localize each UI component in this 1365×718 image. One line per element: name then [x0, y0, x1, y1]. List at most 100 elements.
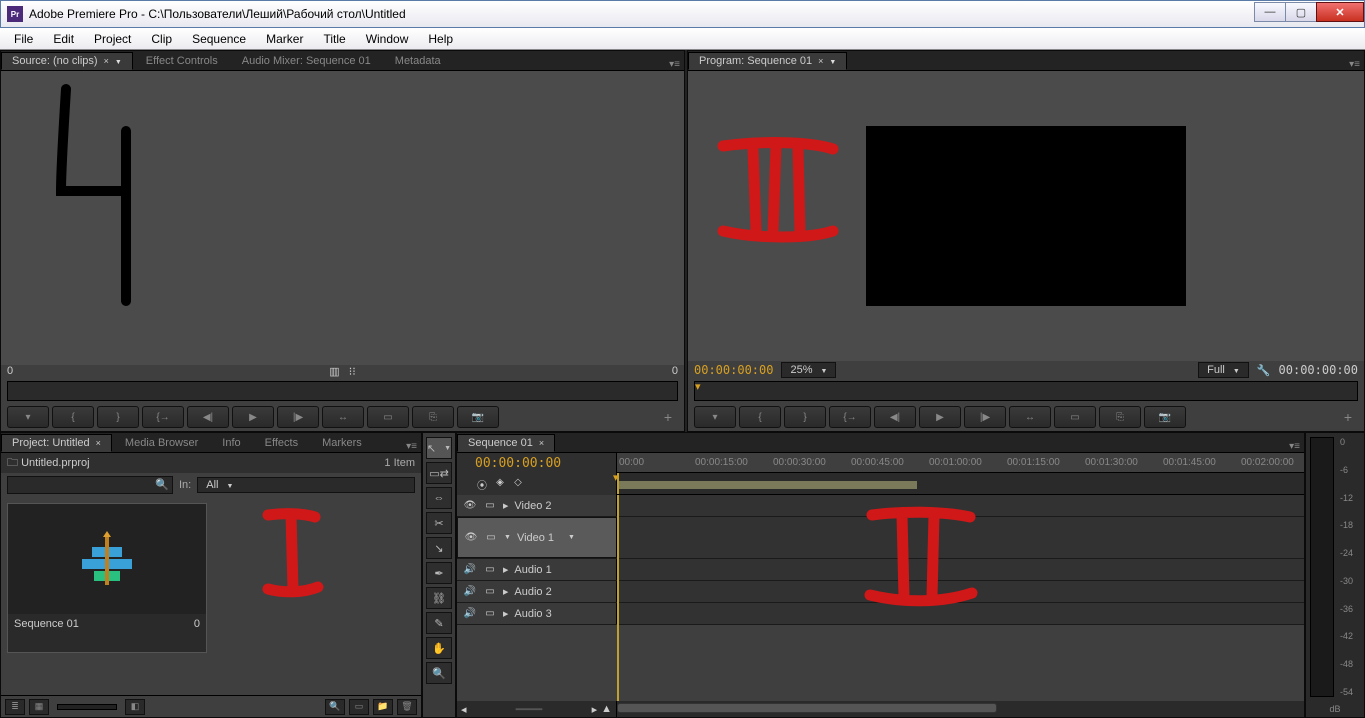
icon-view-button[interactable]: ▦: [29, 699, 49, 715]
step-back-button[interactable]: ◀|: [187, 406, 229, 428]
source-scrubber[interactable]: [7, 381, 678, 401]
track-select-tool[interactable]: ▭⇄: [426, 462, 452, 484]
search-input[interactable]: [7, 476, 173, 494]
go-in-button[interactable]: {→: [829, 406, 871, 428]
zoom-select[interactable]: 25%: [781, 362, 836, 378]
menu-edit[interactable]: Edit: [43, 29, 84, 49]
resolution-select[interactable]: Full: [1198, 362, 1249, 378]
menu-clip[interactable]: Clip: [141, 29, 182, 49]
panel-menu-icon[interactable]: ▾≡: [1349, 59, 1360, 70]
menu-sequence[interactable]: Sequence: [182, 29, 256, 49]
step-back-button[interactable]: ◀|: [874, 406, 916, 428]
speaker-icon[interactable]: 🔊: [463, 564, 477, 575]
zoom-fit-icon[interactable]: ▲: [601, 703, 612, 715]
speaker-icon[interactable]: 🔊: [463, 586, 477, 597]
play-button[interactable]: ▶: [232, 406, 274, 428]
playhead-line[interactable]: [617, 495, 619, 701]
lock-icon[interactable]: ▭: [483, 608, 497, 619]
menu-title[interactable]: Title: [313, 29, 355, 49]
track-video-1[interactable]: 👁▭▼Video 1: [457, 517, 1304, 559]
menu-marker[interactable]: Marker: [256, 29, 313, 49]
eye-icon[interactable]: 👁: [464, 532, 478, 543]
lock-icon[interactable]: ▭: [483, 564, 497, 575]
track-lane[interactable]: [617, 581, 1304, 602]
tab-audio-mixer[interactable]: Audio Mixer: Sequence 01: [231, 52, 382, 70]
mark-out-button[interactable]: }: [97, 406, 139, 428]
track-audio-1[interactable]: 🔊▭▶Audio 1: [457, 559, 1304, 581]
list-view-button[interactable]: ≣: [5, 699, 25, 715]
work-area-bar[interactable]: [617, 481, 917, 489]
close-button[interactable]: ✕: [1316, 2, 1364, 22]
zoom-out-icon[interactable]: ◂: [461, 703, 467, 716]
source-viewport[interactable]: [1, 71, 684, 365]
new-item-button[interactable]: ▭: [349, 699, 369, 715]
export-frame-button[interactable]: 📷: [457, 406, 499, 428]
sort-button[interactable]: ◧: [125, 699, 145, 715]
menu-help[interactable]: Help: [418, 29, 463, 49]
track-lane[interactable]: [617, 517, 1304, 558]
go-in-button[interactable]: {→: [142, 406, 184, 428]
menu-window[interactable]: Window: [356, 29, 419, 49]
menu-project[interactable]: Project: [84, 29, 141, 49]
program-scrubber[interactable]: ▾: [694, 381, 1358, 401]
mark-in-button[interactable]: {: [52, 406, 94, 428]
ripple-tool[interactable]: ⇔: [426, 487, 452, 509]
overwrite-button[interactable]: ⎘: [412, 406, 454, 428]
panel-menu-icon[interactable]: ▾≡: [406, 441, 417, 452]
go-out-button[interactable]: ↔: [322, 406, 364, 428]
lock-icon[interactable]: ▭: [483, 500, 497, 511]
mark-in-button[interactable]: {: [739, 406, 781, 428]
panel-menu-icon[interactable]: ▾≡: [669, 59, 680, 70]
track-video-2[interactable]: 👁▭▶Video 2: [457, 495, 1304, 517]
tab-effect-controls[interactable]: Effect Controls: [135, 52, 229, 70]
export-frame-button[interactable]: 📷: [1144, 406, 1186, 428]
close-icon[interactable]: ×: [96, 438, 101, 448]
timeline-workbar[interactable]: ▾: [617, 473, 1304, 495]
speaker-icon[interactable]: 🔊: [463, 608, 477, 619]
marker-button[interactable]: ▾: [694, 406, 736, 428]
program-viewport[interactable]: [688, 71, 1364, 361]
track-lane[interactable]: [617, 603, 1304, 624]
add-button[interactable]: +: [658, 409, 678, 425]
lift-button[interactable]: ▭: [1054, 406, 1096, 428]
timeline-scrollbar[interactable]: [617, 701, 1304, 717]
extract-button[interactable]: ⎘: [1099, 406, 1141, 428]
delete-button[interactable]: 🗑: [397, 699, 417, 715]
zoom-tool[interactable]: 🔍: [426, 662, 452, 684]
close-icon[interactable]: ×: [104, 56, 109, 66]
snap-icon[interactable]: ⦿: [475, 477, 489, 492]
rate-stretch-tool[interactable]: ⛓: [426, 587, 452, 609]
tab-metadata[interactable]: Metadata: [384, 52, 452, 70]
tab-effects[interactable]: Effects: [254, 434, 309, 452]
timeline-ruler[interactable]: 00:00 00:00:15:00 00:00:30:00 00:00:45:0…: [617, 453, 1304, 473]
settings-icon[interactable]: 🔧: [1257, 364, 1271, 377]
filter-select[interactable]: All: [197, 477, 415, 493]
expand-icon[interactable]: ▶: [503, 566, 508, 574]
hand-tool[interactable]: ✋: [426, 637, 452, 659]
expand-icon[interactable]: ▶: [503, 610, 508, 618]
maximize-button[interactable]: ▢: [1285, 2, 1317, 22]
play-button[interactable]: ▶: [919, 406, 961, 428]
zoom-in-icon[interactable]: ▸: [592, 703, 598, 716]
expand-icon[interactable]: ▶: [503, 502, 508, 510]
settings-icon[interactable]: ◇: [511, 477, 525, 492]
selection-tool[interactable]: ↖: [426, 437, 452, 459]
close-icon[interactable]: ×: [539, 438, 544, 448]
tab-media-browser[interactable]: Media Browser: [114, 434, 209, 452]
sequence-card[interactable]: Sequence 01 0: [7, 503, 207, 653]
marker-button[interactable]: ▾: [7, 406, 49, 428]
project-bin[interactable]: Sequence 01 0: [1, 497, 421, 695]
search-icon[interactable]: 🔍: [155, 478, 169, 491]
type-tool[interactable]: ✎: [426, 612, 452, 634]
tab-program[interactable]: Program: Sequence 01×: [688, 52, 847, 70]
lock-icon[interactable]: ▭: [483, 586, 497, 597]
program-tc[interactable]: 00:00:00:00: [694, 363, 773, 377]
tab-source[interactable]: Source: (no clips)×: [1, 52, 133, 70]
find-button[interactable]: 🔍: [325, 699, 345, 715]
razor-tool[interactable]: ✂: [426, 512, 452, 534]
menu-file[interactable]: File: [4, 29, 43, 49]
lock-icon[interactable]: ▭: [484, 532, 498, 543]
insert-button[interactable]: ▭: [367, 406, 409, 428]
expand-icon[interactable]: ▼: [504, 534, 511, 541]
new-bin-button[interactable]: 📁: [373, 699, 393, 715]
